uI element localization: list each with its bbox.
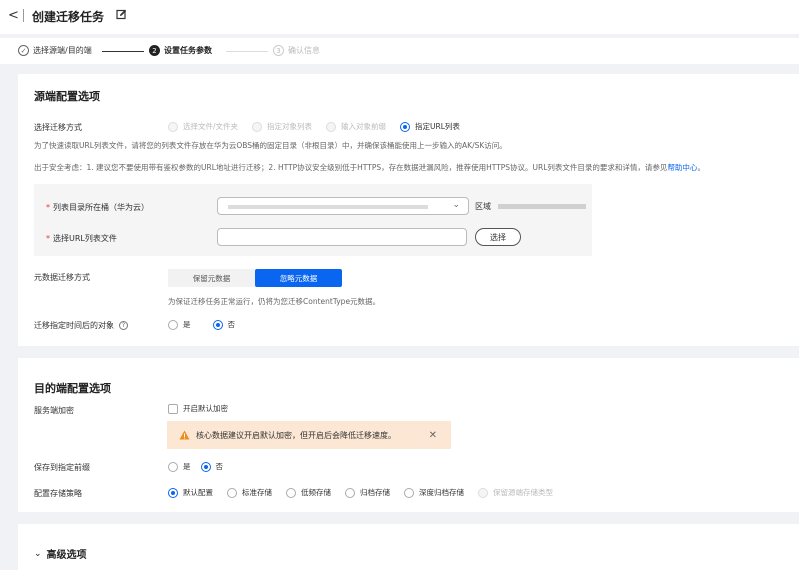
region-label: 区域 bbox=[475, 202, 491, 211]
step-connector-2 bbox=[226, 51, 268, 52]
source-section-title: 源端配置选项 bbox=[34, 90, 100, 103]
time-filter-radios: 是 否 bbox=[168, 319, 249, 330]
encryption-checkbox[interactable]: 开启默认加密 bbox=[168, 403, 228, 414]
migration-method-radios: 选择文件/文件夹 指定对象列表 输入对象前缀 指定URL列表 bbox=[168, 121, 474, 132]
dest-config-card: 目的端配置选项 服务端加密 开启默认加密 核心数据建议开启默认加密，但开启后会降… bbox=[18, 358, 799, 512]
header-divider bbox=[23, 9, 24, 22]
advanced-toggle[interactable]: ⌄ 高级选项 bbox=[34, 546, 87, 562]
close-icon[interactable]: ✕ bbox=[429, 430, 437, 441]
step-1: ✓ 选择源端/目的端 bbox=[18, 45, 92, 56]
url-file-input[interactable] bbox=[217, 228, 467, 246]
step-1-check-icon: ✓ bbox=[18, 45, 29, 56]
prefix-label: 保存到指定前缀 bbox=[34, 463, 90, 472]
help-center-link[interactable]: 帮助中心 bbox=[667, 163, 697, 172]
radio-time-no[interactable]: 否 bbox=[212, 319, 235, 330]
edit-icon[interactable] bbox=[116, 9, 127, 22]
radio-prefix-no[interactable]: 否 bbox=[200, 461, 223, 472]
encryption-label: 服务端加密 bbox=[34, 406, 74, 415]
dest-section-title: 目的端配置选项 bbox=[34, 382, 111, 395]
back-button[interactable]: < bbox=[8, 8, 19, 23]
select-file-button[interactable]: 选择 bbox=[475, 228, 521, 246]
step-2-label: 设置任务参数 bbox=[164, 46, 212, 55]
prefix-radios: 是 否 bbox=[168, 461, 237, 472]
step-2: 2 设置任务参数 bbox=[149, 45, 212, 56]
checkbox-box bbox=[168, 403, 178, 414]
step-3-number: 3 bbox=[273, 45, 284, 56]
radio-prefix-yes[interactable]: 是 bbox=[168, 461, 191, 472]
radio-storage-default[interactable]: 默认配置 bbox=[168, 487, 213, 498]
list-source-box: * 列表目录所在桶（华为云） ⌄ 区域 * 选择URL列表文件 选择 bbox=[34, 184, 592, 256]
url-list-note: 为了快速读取URL列表文件，请将您的列表文件存放在华为云OBS桶的固定目录（非根… bbox=[34, 141, 507, 150]
radio-storage-infrequent[interactable]: 低频存储 bbox=[286, 487, 331, 498]
metadata-keep-option[interactable]: 保留元数据 bbox=[168, 269, 255, 287]
step-1-label: 选择源端/目的端 bbox=[33, 46, 92, 55]
storage-policy-radios: 默认配置 标准存储 低频存储 归档存储 深度归档存储 保留源端存储类型 bbox=[168, 487, 567, 498]
page-title: 创建迁移任务 bbox=[32, 10, 105, 24]
time-filter-label: 迁移指定时间后的对象? bbox=[34, 320, 128, 331]
radio-object-list[interactable]: 指定对象列表 bbox=[252, 121, 312, 132]
chevron-down-icon: ⌄ bbox=[452, 200, 460, 210]
bucket-select[interactable]: ⌄ bbox=[217, 197, 469, 215]
radio-storage-deep-archive[interactable]: 深度归档存储 bbox=[404, 487, 464, 498]
warning-icon bbox=[179, 430, 190, 440]
header-bar: < 创建迁移任务 bbox=[0, 0, 799, 34]
bucket-value-redacted bbox=[228, 205, 428, 209]
step-3-label: 确认信息 bbox=[288, 46, 320, 55]
metadata-ignore-option[interactable]: 忽略元数据 bbox=[255, 269, 342, 287]
url-file-label: * 选择URL列表文件 bbox=[46, 234, 117, 243]
radio-object-prefix[interactable]: 输入对象前缀 bbox=[326, 121, 386, 132]
radio-storage-keep-source[interactable]: 保留源端存储类型 bbox=[478, 487, 553, 498]
metadata-note: 为保证迁移任务正常运行，仍将为您迁移ContentType元数据。 bbox=[168, 297, 381, 306]
chevron-down-icon: ⌄ bbox=[34, 548, 42, 559]
bucket-label: * 列表目录所在桶（华为云） bbox=[46, 203, 149, 212]
metadata-label: 元数据迁移方式 bbox=[34, 273, 90, 282]
encryption-warning: 核心数据建议开启默认加密，但开启后会降低迁移速度。 ✕ bbox=[167, 421, 451, 449]
warning-text: 核心数据建议开启默认加密，但开启后会降低迁移速度。 bbox=[196, 430, 396, 440]
radio-time-yes[interactable]: 是 bbox=[168, 319, 191, 330]
help-icon[interactable]: ? bbox=[119, 321, 128, 330]
step-2-number: 2 bbox=[149, 45, 160, 56]
metadata-segmented: 保留元数据 忽略元数据 bbox=[168, 269, 342, 287]
advanced-card: ⌄ 高级选项 bbox=[18, 524, 799, 570]
advanced-title: 高级选项 bbox=[46, 550, 87, 561]
radio-url-list[interactable]: 指定URL列表 bbox=[400, 121, 460, 132]
radio-storage-archive[interactable]: 归档存储 bbox=[345, 487, 390, 498]
migration-method-label: 选择迁移方式 bbox=[34, 123, 82, 132]
source-config-card: 源端配置选项 选择迁移方式 选择文件/文件夹 指定对象列表 输入对象前缀 指定U… bbox=[18, 74, 799, 346]
security-note: 出于安全考虑：1. 建议您不要使用带有鉴权参数的URL地址进行迁移；2. HTT… bbox=[34, 163, 705, 172]
step-3: 3 确认信息 bbox=[273, 45, 320, 56]
step-connector-1 bbox=[102, 51, 144, 52]
step-indicator: ✓ 选择源端/目的端 2 设置任务参数 3 确认信息 bbox=[0, 38, 799, 64]
storage-policy-label: 配置存储策略 bbox=[34, 489, 82, 498]
region-value-redacted bbox=[498, 204, 586, 209]
radio-storage-standard[interactable]: 标准存储 bbox=[227, 487, 272, 498]
radio-select-files[interactable]: 选择文件/文件夹 bbox=[168, 121, 238, 132]
